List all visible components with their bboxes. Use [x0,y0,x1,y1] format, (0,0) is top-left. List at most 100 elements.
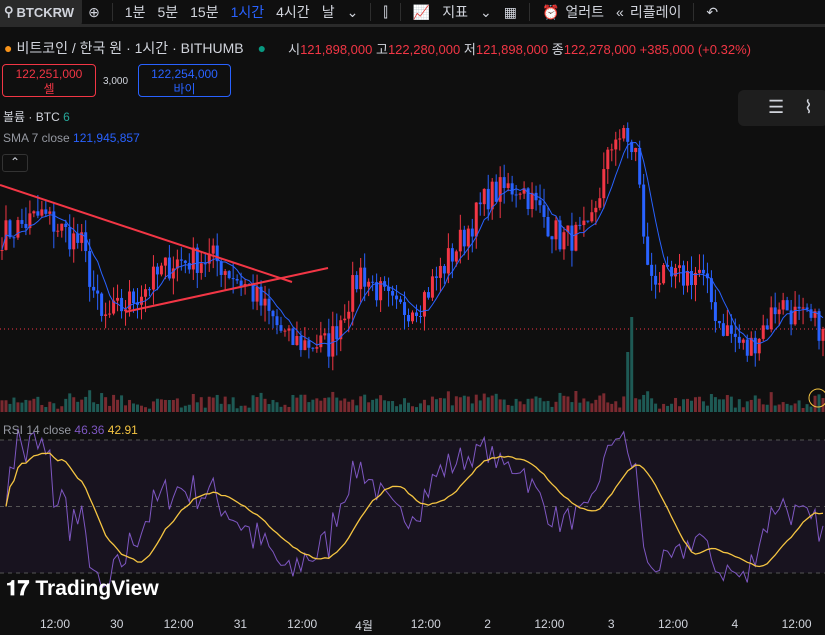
candle-body [187,262,191,270]
buy-button[interactable]: 122,254,000 바이 [138,64,231,97]
candle-body [299,336,303,351]
candle-body [486,188,490,210]
candle-body [594,207,598,213]
volume-bar [518,401,522,412]
object-tree-icon[interactable]: ☰ [768,97,784,118]
candle-body [60,223,64,231]
volume-bar [48,401,52,412]
volume-bar [749,399,753,412]
volume-bar [44,406,48,412]
candle-body [355,275,359,290]
candle-body [227,271,231,279]
candle-body [474,202,478,237]
volume-bar [132,403,136,412]
candle-body [235,278,239,281]
candle-body [562,232,566,250]
bitcoin-icon: ● [4,40,13,56]
sell-button[interactable]: 122,251,000 셀 [2,64,96,97]
volume-bar [682,399,686,412]
volume-bar [769,392,773,412]
volume-bar [263,398,267,412]
candle-body [434,276,438,278]
volume-bar [375,398,379,412]
volume-bar [674,397,678,412]
candle-body [757,338,761,354]
candle-body [367,281,371,287]
candle-body [422,292,426,317]
volume-bar [24,399,28,412]
volume-bar [167,399,171,412]
candle-body [159,265,163,275]
volume-bar [331,391,335,412]
volume-bar [251,395,255,412]
candle-body [251,284,255,302]
volume-bar [438,397,442,412]
volume-bar [430,396,434,412]
volume-bar [450,405,454,412]
volume-bar [689,400,693,412]
volume-bar [650,398,654,412]
candle-body [48,211,52,214]
volume-bar [773,405,777,412]
volume-bar [100,393,104,412]
volume-bar [793,403,797,412]
volume-bar [247,407,251,412]
volume-bar [255,397,259,412]
candle-body [697,269,701,273]
volume-bar [514,398,518,412]
volume-bar [315,398,319,412]
volume-bar [478,400,482,412]
chart-canvas[interactable] [0,0,825,635]
time-axis-label: 12:00 [410,617,441,631]
candle-body [199,263,203,273]
volume-bar [494,393,498,412]
candle-body [84,232,88,252]
candle-body [650,264,654,276]
volume-bar [510,405,514,412]
tradingview-logo[interactable]: 𝟏𝟕 TradingView [6,577,159,601]
candle-body [391,290,395,296]
volume-bar [614,401,618,412]
time-axis-label: 30 [110,617,124,631]
volume-bar [84,396,88,412]
volume-bar [446,391,450,412]
volume-bar [646,391,650,412]
candle-body [634,147,638,153]
candle-body [76,233,80,243]
candle-body [550,236,554,240]
time-axis-label: 12:00 [39,617,71,631]
volume-bar [530,398,534,412]
candle-body [335,326,339,340]
candle-body [542,205,546,217]
volume-bar [662,403,666,412]
volume-bar [343,398,347,412]
candle-body [570,225,574,251]
candle-body [143,289,147,297]
candle-body [590,212,594,222]
volume-bar [191,394,195,412]
candle-body [263,298,267,306]
volume-bar [785,403,789,412]
drawing-icon[interactable]: ⌇ [804,97,813,118]
candle-body [139,296,143,305]
volume-bar [558,392,562,412]
volume-bar [654,403,658,412]
candle-body [295,336,299,346]
volume-bar [805,404,809,412]
candle-body [662,265,666,284]
volume-bar [311,399,315,412]
candle-body [327,333,331,357]
volume-bar [171,400,175,412]
volume-bar [522,404,526,412]
candle-body [12,237,16,239]
volume-bar [678,406,682,412]
volume-bar [307,402,311,412]
volume-bar [725,395,729,412]
volume-bar [323,397,327,412]
drawing-tools-panel[interactable]: ☰ ⌇ [738,90,825,126]
candle-body [546,216,550,237]
collapse-legend-button[interactable]: ⌃ [2,154,28,172]
volume-bar [686,398,689,412]
candle-body [132,291,136,303]
volume-bar [147,408,151,412]
